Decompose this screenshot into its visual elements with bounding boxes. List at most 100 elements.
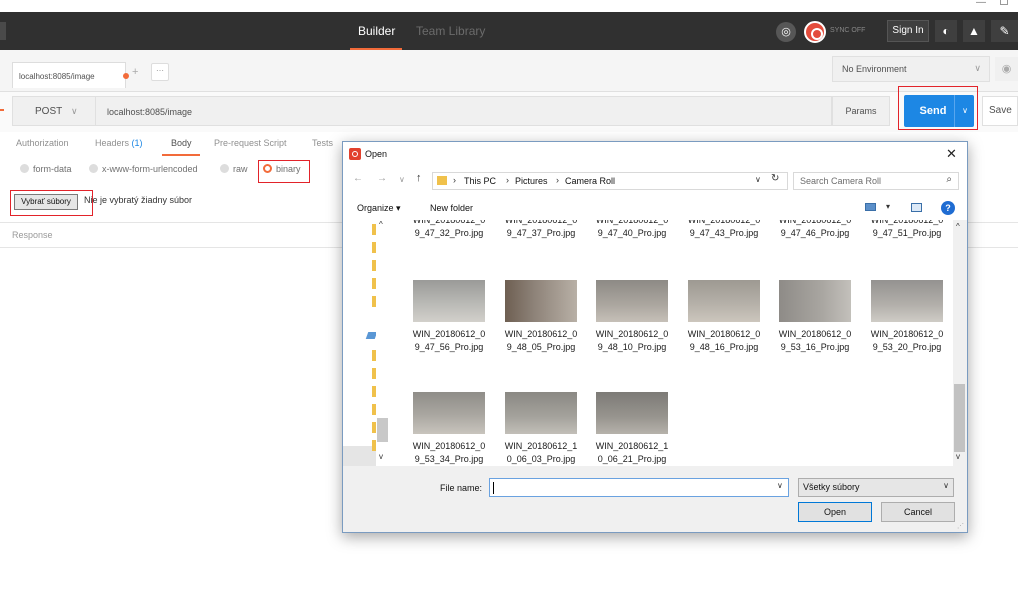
file-status: Nie je vybratý žiadny súbor xyxy=(84,195,193,205)
close-icon[interactable]: ✕ xyxy=(946,146,957,162)
file-item[interactable]: WIN_20180612_0 9_48_05_Pro.jpg xyxy=(498,280,584,354)
file-item[interactable]: WIN_20180612_0 9_47_46_Pro.jpg xyxy=(772,220,858,240)
maximize-icon[interactable] xyxy=(1000,0,1008,5)
file-item[interactable]: WIN_20180612_0 9_48_16_Pro.jpg xyxy=(681,280,767,354)
recent-chevron-icon[interactable]: ∨ xyxy=(399,175,405,184)
filename-input[interactable] xyxy=(489,478,789,497)
choose-file-button[interactable]: Vybrať súbory xyxy=(14,194,78,210)
top-header: Builder Team Library ◎ SYNC OFF Sign In … xyxy=(0,12,1018,50)
file-item[interactable]: WIN_20180612_1 0_06_03_Pro.jpg xyxy=(498,392,584,466)
resize-grip-icon[interactable]: ⋰ xyxy=(957,522,964,530)
file-item[interactable]: WIN_20180612_0 9_47_32_Pro.jpg xyxy=(406,220,492,240)
image-thumbnail xyxy=(413,392,485,434)
view-mode-icon[interactable] xyxy=(865,203,876,211)
file-item[interactable]: WIN_20180612_0 9_47_43_Pro.jpg xyxy=(681,220,767,240)
up-arrow-icon[interactable]: ↑ xyxy=(416,172,422,184)
url-input[interactable]: localhost:8085/image xyxy=(96,96,832,126)
image-thumbnail xyxy=(413,280,485,322)
filetype-select[interactable]: Všetky súbory ∨ xyxy=(798,478,954,497)
file-name: WIN_20180612_0 9_48_05_Pro.jpg xyxy=(504,329,578,352)
radio-raw[interactable]: raw xyxy=(220,164,248,174)
radio-label: raw xyxy=(233,164,248,174)
satellite-icon[interactable]: ◐ xyxy=(935,20,957,42)
file-item[interactable]: WIN_20180612_0 9_47_51_Pro.jpg xyxy=(864,220,950,240)
chevron-down-icon[interactable]: ∨ xyxy=(957,95,973,127)
file-item[interactable]: WIN_20180612_1 0_06_21_Pro.jpg xyxy=(589,392,675,466)
file-item[interactable]: WIN_20180612_0 9_53_34_Pro.jpg xyxy=(406,392,492,466)
filetype-value: Všetky súbory xyxy=(803,482,860,492)
organize-menu[interactable]: Organize ▾ xyxy=(357,203,401,214)
sidebar-toggle[interactable] xyxy=(0,22,6,40)
dialog-footer xyxy=(343,466,967,532)
file-item[interactable]: WIN_20180612_0 9_53_16_Pro.jpg xyxy=(772,280,858,354)
tab-headers[interactable]: Headers (1) xyxy=(95,138,143,148)
file-name: WIN_20180612_0 9_47_46_Pro.jpg xyxy=(778,220,852,238)
params-button[interactable]: Params xyxy=(832,96,890,126)
method-select[interactable]: POST ∨ xyxy=(12,96,96,126)
tab-tests[interactable]: Tests xyxy=(312,138,333,148)
open-button[interactable]: Open xyxy=(798,502,872,522)
bell-icon[interactable]: ▲ xyxy=(963,20,985,42)
request-tab[interactable]: localhost:8085/image xyxy=(12,62,129,88)
search-icon: ⌕ xyxy=(946,174,952,185)
cancel-button[interactable]: Cancel xyxy=(881,502,955,522)
tab-team-library[interactable]: Team Library xyxy=(416,24,485,38)
new-folder-button[interactable]: New folder xyxy=(430,203,473,213)
unsaved-dot-icon xyxy=(123,73,129,79)
eye-icon[interactable]: ◉ xyxy=(995,57,1018,81)
back-arrow-icon[interactable]: ← xyxy=(353,173,363,184)
minimize-icon[interactable]: — xyxy=(976,0,986,8)
forward-arrow-icon[interactable]: → xyxy=(377,173,387,184)
send-divider xyxy=(954,95,955,127)
binary-highlight xyxy=(258,160,310,183)
wrench-icon[interactable]: ✎ xyxy=(991,20,1018,42)
file-item[interactable]: WIN_20180612_0 9_47_40_Pro.jpg xyxy=(589,220,675,240)
environment-select[interactable]: No Environment ∨ xyxy=(832,56,990,82)
chevron-down-icon[interactable]: ▾ xyxy=(886,202,890,211)
tab-body[interactable]: Body xyxy=(171,138,192,148)
breadcrumb-pictures[interactable]: Pictures xyxy=(515,176,548,186)
radio-form-data[interactable]: form-data xyxy=(20,164,72,174)
file-scrollbar[interactable]: ^ v xyxy=(953,220,967,466)
help-icon[interactable]: ? xyxy=(941,201,955,215)
tab-authorization[interactable]: Authorization xyxy=(16,138,69,148)
preview-pane-icon[interactable] xyxy=(911,203,922,212)
tab-builder[interactable]: Builder xyxy=(358,24,395,38)
file-item[interactable]: WIN_20180612_0 9_47_56_Pro.jpg xyxy=(406,280,492,354)
file-name: WIN_20180612_0 9_53_34_Pro.jpg xyxy=(412,441,486,464)
send-button[interactable]: Send ∨ xyxy=(904,95,974,127)
dialog-titlebar: Open ✕ xyxy=(343,142,967,166)
nav-scrollbar[interactable]: ^ v xyxy=(376,220,390,466)
radio-urlencoded[interactable]: x-www-form-urlencoded xyxy=(89,164,198,174)
interceptor-icon[interactable]: ◎ xyxy=(776,22,796,42)
refresh-icon[interactable]: ↻ xyxy=(771,173,779,184)
file-item[interactable]: WIN_20180612_0 9_47_37_Pro.jpg xyxy=(498,220,584,240)
scroll-up-icon[interactable]: ^ xyxy=(379,220,383,229)
sign-in-button[interactable]: Sign In xyxy=(887,20,929,42)
breadcrumb-camera-roll[interactable]: Camera Roll xyxy=(565,176,615,186)
left-accent xyxy=(0,109,4,111)
sync-icon[interactable] xyxy=(804,21,826,43)
more-tabs-button[interactable]: ⋯ xyxy=(151,63,169,81)
scroll-thumb[interactable] xyxy=(954,384,965,452)
image-thumbnail xyxy=(505,392,577,434)
scroll-down-icon[interactable]: v xyxy=(379,452,383,461)
search-input[interactable]: Search Camera Roll ⌕ xyxy=(793,172,959,190)
breadcrumb-separator: › xyxy=(453,175,456,185)
scroll-down-icon[interactable]: v xyxy=(956,452,960,461)
scroll-up-icon[interactable]: ^ xyxy=(956,222,960,231)
file-item[interactable]: WIN_20180612_0 9_48_10_Pro.jpg xyxy=(589,280,675,354)
chevron-down-icon[interactable]: ∨ xyxy=(755,175,761,184)
save-button[interactable]: Save xyxy=(982,96,1018,126)
response-label: Response xyxy=(12,230,53,240)
file-name: WIN_20180612_0 9_47_56_Pro.jpg xyxy=(412,329,486,352)
text-caret xyxy=(493,482,494,494)
new-tab-button[interactable]: + xyxy=(132,66,138,78)
chevron-down-icon[interactable]: ∨ xyxy=(777,481,783,490)
address-bar[interactable]: › This PC › Pictures › Camera Roll ∨ xyxy=(432,172,788,190)
scroll-thumb[interactable] xyxy=(377,418,388,442)
tab-prerequest-script[interactable]: Pre-request Script xyxy=(214,138,287,148)
breadcrumb-this-pc[interactable]: This PC xyxy=(464,176,496,186)
file-item[interactable]: WIN_20180612_0 9_53_20_Pro.jpg xyxy=(864,280,950,354)
file-name: WIN_20180612_0 9_47_37_Pro.jpg xyxy=(504,220,578,238)
